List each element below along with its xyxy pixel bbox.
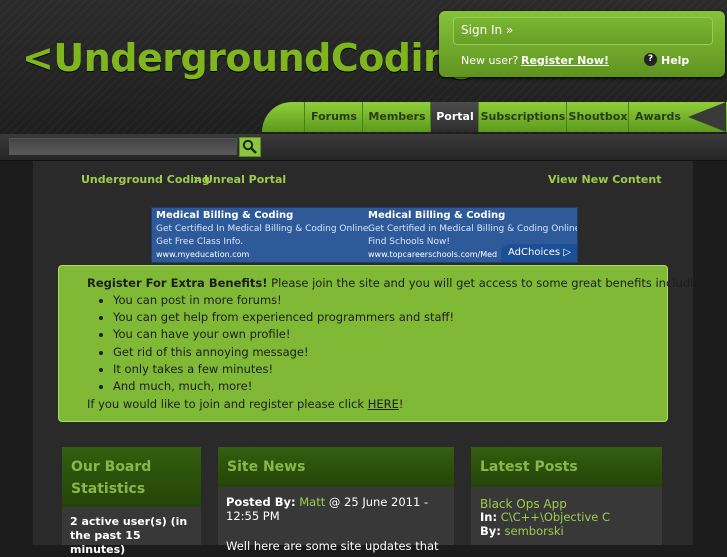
stats-panel: Our Board Statistics 2 active user(s) (i… bbox=[62, 447, 201, 556]
site-logo[interactable]: <UndergroundCoding bbox=[22, 36, 477, 80]
breadcrumb-separator: > bbox=[193, 173, 203, 186]
by-label: By: bbox=[480, 524, 501, 538]
list-item: You can get help from experienced progra… bbox=[113, 309, 454, 326]
ad-right-title[interactable]: Medical Billing & Coding bbox=[368, 210, 505, 221]
tab-awards[interactable]: Awards bbox=[628, 102, 687, 132]
forum-link[interactable]: C\C++\Objective C bbox=[501, 510, 610, 524]
sign-in-link[interactable]: Sign In » bbox=[461, 23, 513, 37]
benefits-list: You can post in more forums! You can get… bbox=[87, 292, 454, 395]
stats-panel-title: Our Board Statistics bbox=[62, 447, 201, 507]
list-item: You can post in more forums! bbox=[113, 292, 454, 309]
news-author-link[interactable]: Matt bbox=[299, 495, 325, 509]
ad-left-title[interactable]: Medical Billing & Coding bbox=[156, 210, 293, 221]
news-panel: Site News Posted By: Matt @ 25 June 2011… bbox=[218, 447, 454, 553]
breadcrumb-home-link[interactable]: Underground Coding bbox=[81, 173, 210, 186]
list-item: You can have your own profile! bbox=[113, 326, 454, 343]
register-outro-text: If you would like to join and register p… bbox=[87, 397, 368, 411]
tab-portal[interactable]: Portal bbox=[430, 102, 479, 132]
latest-post-forum: In: C\C++\Objective C bbox=[480, 510, 610, 524]
help-icon[interactable]: ? bbox=[644, 53, 657, 66]
new-user-label: New user? bbox=[461, 54, 519, 67]
news-text: Well here are some site updates that bbox=[226, 539, 439, 553]
posted-by-label: Posted By: bbox=[226, 495, 296, 509]
ad-left-line1: Get Certified In Medical Billing & Codin… bbox=[156, 224, 372, 234]
news-posted-line: Posted By: Matt @ 25 June 2011 - 12:55 P… bbox=[226, 495, 452, 523]
breadcrumb-current[interactable]: Unreal Portal bbox=[204, 173, 286, 186]
latest-posts-title: Latest Posts bbox=[471, 447, 662, 487]
list-item: Get rid of this annoying message! bbox=[113, 344, 454, 361]
nav-arrow-decoration bbox=[688, 102, 726, 132]
tab-forums[interactable]: Forums bbox=[304, 102, 363, 132]
main-nav: Forums Members Portal Subscriptions Shou… bbox=[262, 102, 727, 132]
register-title: Register For Extra Benefits! bbox=[87, 276, 268, 290]
list-item: It only takes a few minutes! bbox=[113, 361, 454, 378]
ad-left-line2: Get Free Class Info. bbox=[156, 237, 244, 247]
search-bar bbox=[0, 134, 727, 161]
latest-posts-panel: Latest Posts Black Ops App In: C\C++\Obj… bbox=[471, 447, 662, 545]
ad-left-url[interactable]: www.myeducation.com bbox=[156, 250, 249, 259]
ad-right-url[interactable]: www.topcareerschools.com/Med bbox=[368, 250, 497, 259]
latest-post-link[interactable]: Black Ops App bbox=[480, 497, 567, 511]
register-outro-end: ! bbox=[398, 397, 404, 411]
magnifier-icon bbox=[242, 139, 257, 154]
tab-subscriptions[interactable]: Subscriptions bbox=[478, 102, 567, 132]
in-label: In: bbox=[480, 510, 498, 524]
register-now-link[interactable]: Register Now! bbox=[521, 54, 609, 67]
ad-right-line2: Find Schools Now! bbox=[368, 237, 450, 247]
active-users-text: 2 active user(s) (in the past 15 minutes… bbox=[70, 515, 188, 556]
tab-members[interactable]: Members bbox=[362, 102, 431, 132]
tab-shoutbox[interactable]: Shoutbox bbox=[566, 102, 629, 132]
latest-post-author: By: semborski bbox=[480, 524, 564, 538]
register-intro-text: Please join the site and you will get ac… bbox=[267, 276, 712, 290]
register-here-link[interactable]: HERE bbox=[368, 397, 399, 411]
help-link[interactable]: Help bbox=[661, 54, 689, 67]
register-notice: Register For Extra Benefits! Please join… bbox=[58, 265, 712, 422]
ad-right-line1: Get Certified in Medical Billing & Codin… bbox=[368, 224, 578, 234]
list-item: And much, much, more! bbox=[113, 378, 454, 395]
register-outro: If you would like to join and register p… bbox=[87, 397, 404, 411]
main-content: Underground Coding > Unreal Portal View … bbox=[33, 161, 712, 556]
search-button[interactable] bbox=[239, 137, 261, 157]
author-link[interactable]: semborski bbox=[505, 524, 564, 538]
signin-bar[interactable]: Sign In » bbox=[453, 17, 713, 45]
adchoices-badge[interactable]: AdChoices ▷ bbox=[501, 244, 577, 262]
search-input[interactable] bbox=[9, 138, 237, 155]
register-intro: Register For Extra Benefits! Please join… bbox=[87, 276, 712, 290]
view-new-content-link[interactable]: View New Content bbox=[548, 173, 661, 186]
signin-panel: Sign In » New user? Register Now! ? Help bbox=[439, 11, 725, 77]
ad-banner[interactable]: Medical Billing & Coding Get Certified I… bbox=[151, 207, 578, 263]
news-panel-title: Site News bbox=[218, 447, 454, 487]
